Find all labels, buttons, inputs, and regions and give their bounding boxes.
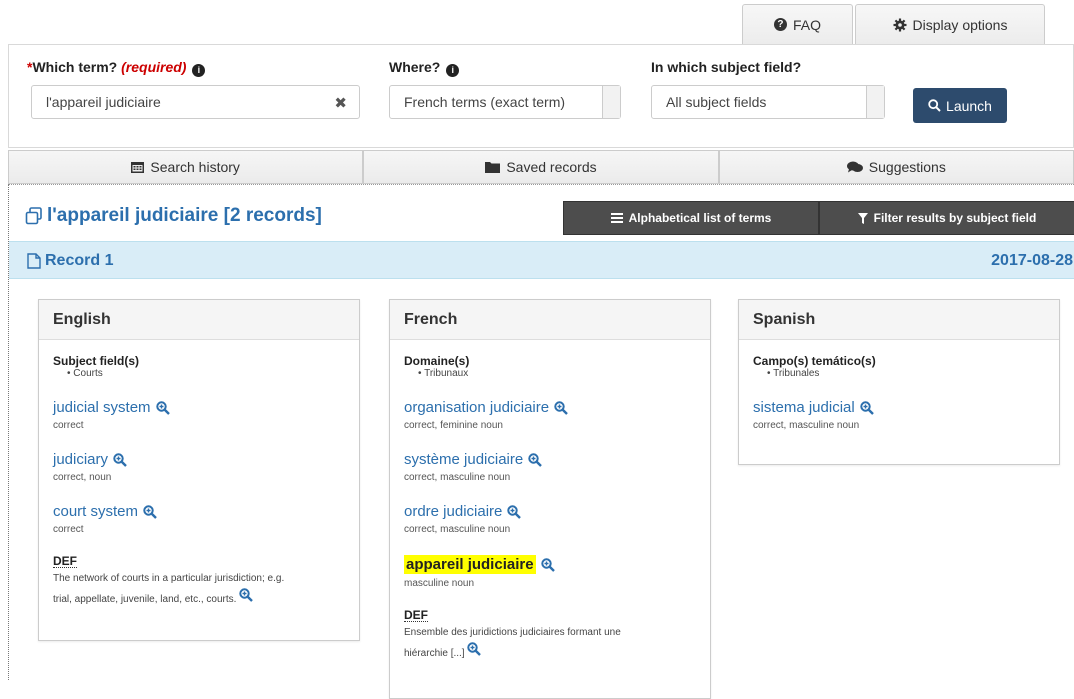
where-select-value: French terms (exact term) — [404, 94, 566, 110]
term-link[interactable]: ordre judiciaire — [404, 503, 696, 520]
subject-field-label: Subject field(s) — [53, 354, 140, 368]
filter-results-button[interactable]: Filter results by subject field — [819, 201, 1074, 235]
record-date: 2017-08-28 — [991, 252, 1073, 269]
zoom-in-icon[interactable] — [467, 642, 482, 656]
calendar-icon — [131, 162, 145, 173]
top-bar: ? FAQ Display options — [0, 0, 1074, 44]
filter-results-label: Filter results by subject field — [873, 211, 1037, 225]
term-grammar: correct, masculine noun — [404, 472, 511, 483]
term-grammar: correct, noun — [53, 472, 112, 483]
copy-icon — [25, 207, 42, 225]
subject-field-label: Campo(s) temático(s) — [753, 354, 876, 368]
record-header: Record 1 2017-08-28 — [9, 241, 1074, 279]
definition-label: DEF — [404, 608, 428, 622]
term-link[interactable]: sistema judicial — [753, 399, 1045, 416]
term-link[interactable]: système judiciaire — [404, 451, 696, 468]
info-icon[interactable]: i — [446, 63, 460, 77]
term-link[interactable]: judicial system — [53, 399, 345, 416]
alphabetical-list-label: Alphabetical list of terms — [628, 211, 772, 225]
subject-field-item: • Tribunales — [767, 368, 820, 379]
tab-label: Suggestions — [868, 159, 946, 175]
faq-label: FAQ — [792, 16, 821, 33]
tab-label: Saved records — [506, 159, 597, 175]
alphabetical-list-button[interactable]: Alphabetical list of terms — [563, 201, 819, 235]
subject-select-value: All subject fields — [666, 94, 767, 110]
term-input[interactable]: l'appareil judiciaire ✖ — [31, 85, 360, 119]
tab-label: Search history — [150, 159, 240, 175]
zoom-in-icon[interactable] — [113, 452, 127, 467]
zoom-in-icon[interactable] — [239, 588, 254, 602]
record-label: Record 1 — [27, 252, 113, 270]
english-heading: English — [39, 300, 359, 340]
display-options-button[interactable]: Display options — [855, 4, 1045, 44]
spanish-heading: Spanish — [739, 300, 1059, 340]
term-grammar: correct — [53, 420, 84, 431]
results-title-text: l'appareil judiciaire [2 records] — [47, 205, 322, 226]
tab-saved-records[interactable]: Saved records — [363, 150, 719, 184]
term-link[interactable]: organisation judiciaire — [404, 399, 696, 416]
zoom-in-icon[interactable] — [507, 504, 522, 519]
list-icon — [610, 213, 623, 223]
launch-button[interactable]: Launch — [913, 88, 1007, 123]
term-input-value: l'appareil judiciaire — [46, 94, 161, 110]
search-icon — [928, 99, 941, 112]
results-title: l'appareil judiciaire [2 records] — [25, 205, 322, 227]
faq-button[interactable]: ? FAQ — [742, 4, 853, 44]
english-panel: English Subject field(s) • Courts judici… — [38, 299, 360, 641]
info-icon[interactable]: i — [192, 63, 206, 77]
term-link[interactable]: judiciary — [53, 451, 345, 468]
definition-text: The network of courts in a particular ju… — [53, 573, 285, 605]
term-grammar: correct, masculine noun — [404, 524, 511, 535]
zoom-in-icon[interactable] — [155, 400, 170, 415]
zoom-in-icon[interactable] — [528, 452, 543, 467]
term-grammar: masculine noun — [404, 578, 475, 589]
display-options-label: Display options — [912, 16, 1008, 33]
results-area: l'appareil judiciaire [2 records] Alphab… — [8, 184, 1074, 699]
comments-icon — [846, 161, 863, 173]
term-field-label: *Which term? (required) i — [27, 59, 206, 77]
launch-label: Launch — [946, 97, 992, 114]
document-icon — [27, 253, 41, 269]
definition-text: Ensemble des juridictions judiciaires fo… — [404, 627, 621, 659]
where-select[interactable]: French terms (exact term) — [389, 85, 621, 119]
subject-field-item: • Courts — [67, 368, 103, 379]
dropdown-caret-icon — [602, 86, 620, 118]
subject-field-item: • Tribunaux — [418, 368, 469, 379]
french-heading: French — [390, 300, 710, 340]
where-field-label: Where? i — [389, 59, 460, 77]
term-grammar: correct, masculine noun — [753, 420, 860, 431]
highlighted-search-term: appareil judiciaire — [404, 555, 696, 574]
required-text: (required) — [121, 59, 187, 75]
subject-select[interactable]: All subject fields — [651, 85, 885, 119]
zoom-in-icon[interactable] — [860, 400, 874, 415]
clear-icon[interactable]: ✖ — [334, 94, 347, 112]
french-panel: French Domaine(s) • Tribunaux organisati… — [389, 299, 711, 699]
question-icon: ? — [773, 18, 787, 31]
spanish-panel: Spanish Campo(s) temático(s) • Tribunale… — [738, 299, 1060, 465]
zoom-in-icon[interactable] — [554, 400, 568, 415]
subject-field-label: Domaine(s) — [404, 354, 470, 368]
zoom-in-icon[interactable] — [143, 504, 157, 519]
filter-icon — [857, 212, 868, 224]
definition-label: DEF — [53, 554, 77, 568]
search-panel: *Which term? (required) i l'appareil jud… — [8, 44, 1074, 148]
subject-field-label: In which subject field? — [651, 59, 802, 75]
dropdown-caret-icon — [866, 86, 884, 118]
term-grammar: correct, feminine noun — [404, 420, 503, 431]
tab-search-history[interactable]: Search history — [8, 150, 364, 184]
folder-icon — [485, 162, 501, 173]
term-grammar: correct — [53, 524, 84, 535]
term-link[interactable]: court system — [53, 503, 345, 520]
record-label-text: Record 1 — [45, 252, 114, 269]
zoom-in-icon[interactable] — [540, 557, 555, 572]
tab-suggestions[interactable]: Suggestions — [718, 150, 1074, 184]
tab-bar: Search history Saved records Suggestions — [8, 150, 1074, 184]
gear-icon — [893, 18, 907, 31]
